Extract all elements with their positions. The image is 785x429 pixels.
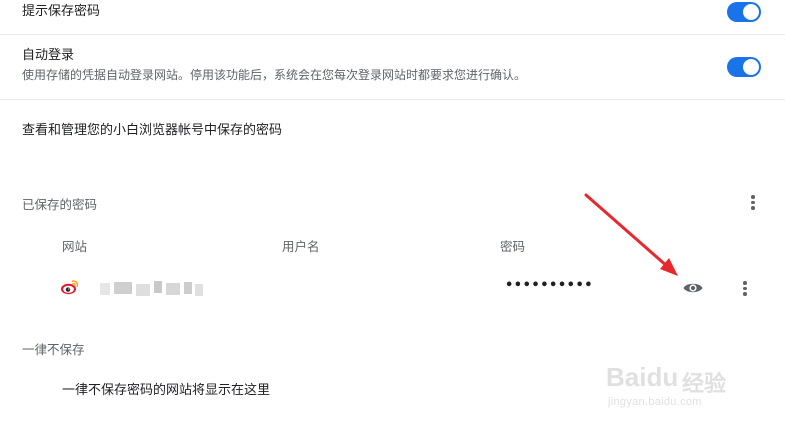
offer-to-save-label: 提示保存密码 <box>22 4 101 19</box>
watermark-cn: 经验 <box>682 372 727 397</box>
auto-signin-description: 使用存储的凭据自动登录网站。停用该功能后，系统会在您每次登录网站时都要求您进行确… <box>22 68 527 82</box>
saved-passwords-menu-icon[interactable] <box>745 192 761 212</box>
watermark-url: jingyan.baidu.com <box>608 396 702 408</box>
offer-to-save-toggle[interactable] <box>727 2 763 24</box>
column-header-username: 用户名 <box>282 239 320 254</box>
password-row-menu-icon[interactable] <box>737 278 753 298</box>
divider <box>0 34 785 35</box>
divider <box>0 99 785 100</box>
auto-signin-label: 自动登录 <box>22 48 75 63</box>
watermark-brand-suffix: du <box>646 362 679 392</box>
weibo-icon <box>60 278 80 296</box>
toggle-knob <box>743 59 759 75</box>
baidu-jingyan-watermark: Baidu 经验 jingyan.baidu.com <box>600 360 770 416</box>
never-saved-empty-text: 一律不保存密码的网站将显示在这里 <box>62 383 271 398</box>
red-arrow <box>584 193 678 276</box>
never-saved-heading: 一律不保存 <box>22 342 85 357</box>
column-header-password: 密码 <box>500 239 526 254</box>
watermark-brand: Bai <box>606 362 647 392</box>
toggle-knob <box>743 4 759 20</box>
manage-passwords-link[interactable]: 查看和管理您的小白浏览器帐号中保存的密码 <box>22 122 282 140</box>
auto-signin-toggle[interactable] <box>727 57 763 79</box>
saved-passwords-heading: 已保存的密码 <box>22 197 98 212</box>
site-url-redacted <box>100 281 205 296</box>
column-header-website: 网站 <box>62 239 88 254</box>
